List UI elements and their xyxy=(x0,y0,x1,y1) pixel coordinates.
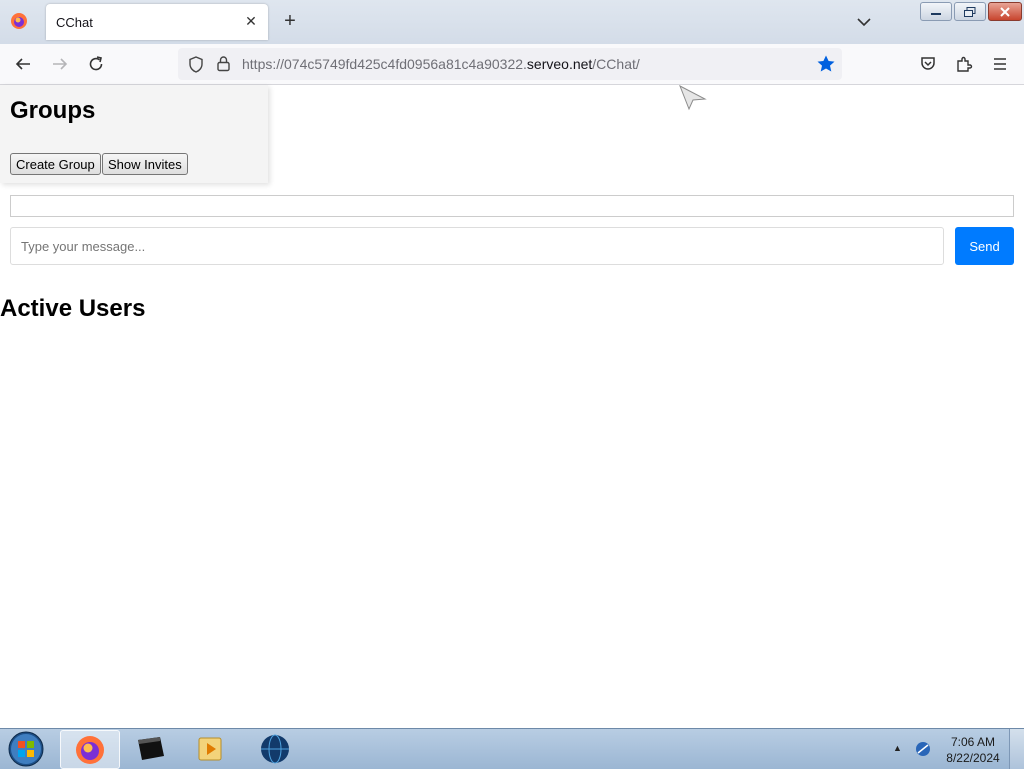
pocket-icon[interactable] xyxy=(918,54,938,74)
reload-icon[interactable] xyxy=(86,54,106,74)
bookmark-star-icon[interactable] xyxy=(816,54,836,79)
extensions-icon[interactable] xyxy=(954,54,974,74)
window-controls xyxy=(920,2,1022,21)
minimize-button[interactable] xyxy=(920,2,952,21)
mouse-pointer-icon xyxy=(678,84,708,116)
url-domain: serveo.net xyxy=(526,56,593,72)
show-desktop-button[interactable] xyxy=(1009,729,1024,769)
new-tab-icon[interactable]: + xyxy=(280,10,300,32)
url-prefix: https://074c5749fd425c4fd0956a81c4a90322… xyxy=(242,56,527,72)
app-menu-icon[interactable] xyxy=(990,54,1010,74)
tray-expand-icon[interactable]: ▲ xyxy=(893,743,902,753)
chat-messages-box[interactable] xyxy=(10,195,1014,217)
page-content: Groups Create Group Show Invites Send Ac… xyxy=(0,84,1024,728)
clock-date: 8/22/2024 xyxy=(946,751,1000,765)
browser-nav-bar: https://074c5749fd425c4fd0956a81c4a90322… xyxy=(0,44,1024,85)
taskbar-terminal-icon[interactable] xyxy=(122,730,180,767)
back-arrow-icon[interactable] xyxy=(13,54,33,74)
forward-arrow-icon[interactable] xyxy=(50,54,70,74)
create-group-button[interactable]: Create Group xyxy=(10,153,101,175)
address-bar[interactable]: https://074c5749fd425c4fd0956a81c4a90322… xyxy=(178,48,842,80)
lock-icon[interactable] xyxy=(216,55,231,77)
restore-button[interactable] xyxy=(954,2,986,21)
groups-heading: Groups xyxy=(10,97,96,124)
tab-title: CChat xyxy=(56,15,93,30)
tracking-shield-icon[interactable] xyxy=(188,56,204,78)
taskbar-media-player-icon[interactable] xyxy=(182,730,240,767)
tab-list-chevron-icon[interactable] xyxy=(854,12,874,32)
taskbar-network-globe-icon[interactable] xyxy=(246,730,304,767)
active-users-heading: Active Users xyxy=(0,295,146,322)
browser-tab-bar: CChat ✕ + xyxy=(0,0,1024,44)
groups-panel: Groups Create Group Show Invites xyxy=(0,85,268,183)
url-text[interactable]: https://074c5749fd425c4fd0956a81c4a90322… xyxy=(242,56,640,72)
message-input[interactable] xyxy=(10,227,944,265)
show-invites-button[interactable]: Show Invites xyxy=(102,153,188,175)
url-path: /CChat/ xyxy=(592,56,640,72)
send-button[interactable]: Send xyxy=(955,227,1014,265)
firefox-menu-icon[interactable] xyxy=(8,10,30,32)
tab-cchat[interactable]: CChat ✕ xyxy=(46,4,268,40)
tab-close-icon[interactable]: ✕ xyxy=(242,12,260,30)
close-window-button[interactable] xyxy=(988,2,1022,21)
tray-network-icon[interactable] xyxy=(914,740,932,763)
taskbar-firefox-icon[interactable] xyxy=(60,730,120,769)
taskbar: ▲ 7:06 AM 8/22/2024 xyxy=(0,728,1024,769)
clock-time: 7:06 AM xyxy=(950,735,996,749)
taskbar-clock[interactable]: 7:06 AM 8/22/2024 xyxy=(940,734,1006,766)
start-button[interactable] xyxy=(6,730,46,768)
